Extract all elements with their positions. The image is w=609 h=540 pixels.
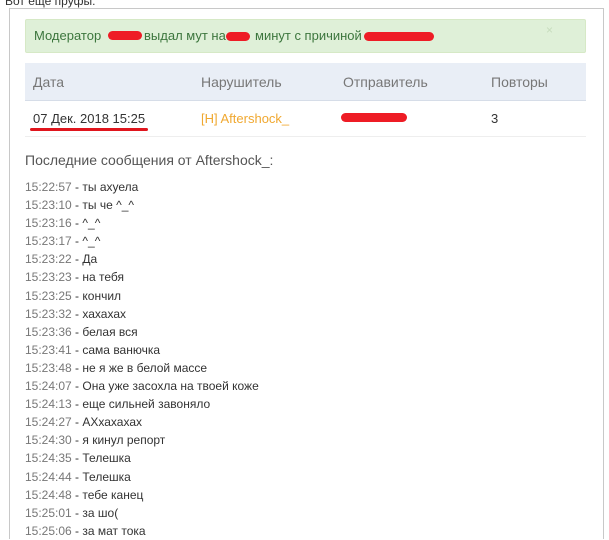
message-text: - ^_^ — [71, 216, 101, 231]
close-icon[interactable]: × — [546, 23, 553, 37]
message-text: - Да — [71, 252, 98, 267]
violation-table: Дата Нарушитель Отправитель Повторы 07 Д… — [25, 63, 586, 137]
message-text: - АХхахахах — [71, 415, 143, 430]
list-item: 15:24:07 - Она уже засохла на твоей коже — [25, 377, 259, 395]
message-time: 15:22:57 — [25, 180, 72, 194]
message-time: 15:24:27 — [25, 415, 72, 430]
message-text: - сама ванючка — [71, 342, 161, 357]
message-time: 15:23:32 — [25, 306, 72, 321]
message-text: - еще сильней завоняло — [71, 397, 211, 412]
message-time: 15:23:25 — [25, 288, 72, 303]
list-item: 15:23:25 - кончил — [25, 287, 259, 305]
list-item: 15:24:13 - еще сильней завоняло — [25, 395, 259, 413]
list-item: 15:23:23 - на тебя — [25, 268, 259, 286]
list-item: 15:24:48 - тебе канец — [25, 486, 259, 504]
list-item: 15:23:22 - Да — [25, 250, 259, 268]
column-header-violator: Нарушитель — [193, 63, 335, 101]
list-item: 15:24:30 - я кинул репорт — [25, 431, 259, 449]
message-time: 15:23:41 — [25, 342, 72, 357]
message-text: - Телешка — [71, 451, 131, 466]
message-text: - я кинул репорт — [71, 433, 166, 448]
redacted-minutes — [226, 32, 250, 41]
message-text: - тебе канец — [71, 487, 144, 502]
message-text: - белая вся — [71, 324, 138, 339]
list-item: 15:23:16 - ^_^ — [25, 214, 259, 232]
column-header-date: Дата — [25, 63, 193, 101]
table-row: 07 Дек. 2018 15:25 [H] Aftershock_ 3 — [25, 100, 586, 137]
mute-alert: Модератор выдал мут на минут с причиной … — [25, 19, 586, 53]
message-text: - за шо( — [71, 505, 119, 520]
list-item: 15:23:17 - ^_^ — [25, 232, 259, 250]
recent-messages-title: Последние сообщения от Aftershock_: — [25, 152, 274, 168]
message-text: - Она уже засохла на твоей коже — [71, 379, 259, 394]
message-text: - хахахах — [71, 306, 126, 321]
red-underline-mark — [30, 128, 148, 131]
list-item: 15:23:32 - хахахах — [25, 305, 259, 323]
sender-cell — [335, 100, 483, 137]
message-time: 15:23:17 — [25, 234, 72, 249]
message-text: - Телешка — [71, 469, 131, 484]
repeats-cell: 3 — [483, 100, 586, 137]
list-item: 15:23:41 - сама ванючка — [25, 341, 259, 359]
violator-cell[interactable]: [H] Aftershock_ — [193, 100, 335, 137]
violation-panel: Модератор выдал мут на минут с причиной … — [9, 8, 604, 539]
list-item: 15:23:10 - ты че ^_^ — [25, 196, 259, 214]
list-item: 15:24:27 - АХхахахах — [25, 413, 259, 431]
message-time: 15:24:07 — [25, 379, 72, 394]
message-time: 15:24:35 — [25, 451, 72, 466]
list-item: 15:22:57 - ты ахуела — [25, 178, 259, 196]
message-time: 15:24:13 — [25, 397, 72, 412]
message-time: 15:23:10 — [25, 198, 72, 213]
message-text: - ^_^ — [71, 234, 101, 249]
message-time: 15:24:48 — [25, 487, 72, 502]
message-time: 15:24:44 — [25, 469, 72, 484]
caption: Вот еще пруфы: — [5, 0, 96, 8]
message-text: - ты ахуела — [71, 180, 139, 194]
message-text: - на тебя — [71, 270, 125, 285]
message-time: 15:25:01 — [25, 505, 72, 520]
redacted-moderator-name — [108, 31, 142, 40]
message-time: 15:23:22 — [25, 252, 72, 267]
message-time: 15:23:16 — [25, 216, 72, 231]
alert-action-text: выдал мут на — [144, 28, 226, 43]
redacted-sender-name — [341, 113, 407, 122]
date-cell: 07 Дек. 2018 15:25 — [25, 100, 193, 137]
alert-moderator-label: Модератор — [34, 28, 102, 43]
list-item: 15:24:35 - Телешка — [25, 449, 259, 467]
list-item: 15:24:44 - Телешка — [25, 468, 259, 486]
list-item: 15:25:01 - за шо( — [25, 504, 259, 522]
table-header-row: Дата Нарушитель Отправитель Повторы — [25, 63, 586, 101]
date-value: 07 Дек. 2018 15:25 — [33, 111, 146, 126]
column-header-sender: Отправитель — [335, 63, 483, 101]
message-list: 15:22:57 - ты ахуела 15:23:10 - ты че ^_^… — [25, 178, 259, 540]
message-time: 15:23:48 — [25, 360, 72, 375]
message-time: 15:24:30 — [25, 433, 72, 448]
list-item: 15:23:48 - не я же в белой массе — [25, 359, 259, 377]
message-text: - кончил — [71, 288, 122, 303]
column-header-repeats: Повторы — [483, 63, 586, 101]
message-time: 15:23:23 — [25, 270, 72, 285]
alert-minutes-text: минут с причиной — [255, 28, 362, 43]
redacted-reason — [364, 32, 434, 41]
message-time: 15:23:36 — [25, 324, 72, 339]
message-text: - ты че ^_^ — [71, 198, 135, 213]
message-text: - не я же в белой массе — [71, 360, 208, 375]
list-item: 15:23:36 - белая вся — [25, 323, 259, 341]
